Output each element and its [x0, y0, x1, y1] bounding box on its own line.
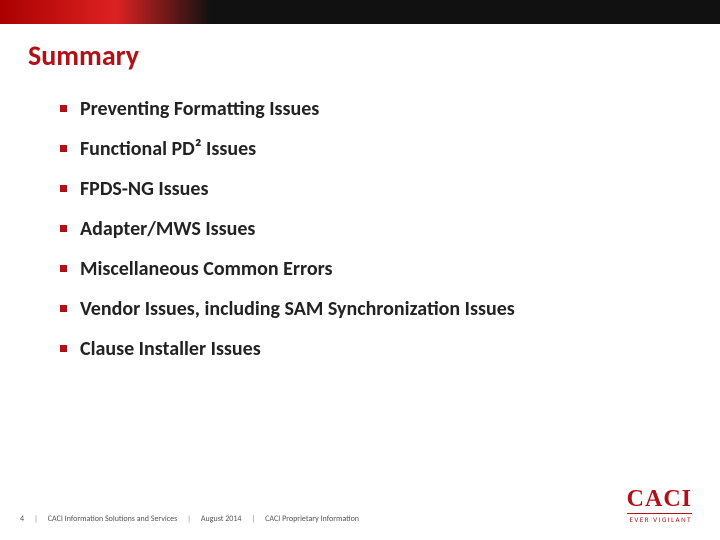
footer-rights: CACI Proprietary Information — [265, 514, 359, 524]
separator-icon: | — [251, 514, 255, 524]
decorative-top-bar — [0, 0, 720, 24]
brand-logo: CACI EVER VIGILANT — [627, 487, 692, 524]
list-item: Miscellaneous Common Errors — [60, 249, 680, 289]
list-item: Functional PD² Issues — [60, 129, 680, 169]
separator-icon: | — [34, 514, 38, 524]
brand-name: CACI — [627, 487, 692, 511]
footer: 4 | CACI Information Solutions and Servi… — [0, 487, 720, 524]
footer-meta: 4 | CACI Information Solutions and Servi… — [20, 514, 359, 524]
list-item: Vendor Issues, including SAM Synchroniza… — [60, 289, 680, 329]
separator-icon: | — [187, 514, 191, 524]
page-title: Summary — [0, 24, 720, 81]
footer-org: CACI Information Solutions and Services — [48, 514, 177, 524]
bullet-list: Preventing Formatting Issues Functional … — [0, 81, 720, 369]
slide: Summary Preventing Formatting Issues Fun… — [0, 0, 720, 540]
list-item: Preventing Formatting Issues — [60, 89, 680, 129]
footer-date: August 2014 — [201, 514, 242, 524]
page-number: 4 — [20, 514, 24, 524]
brand-tagline: EVER VIGILANT — [627, 513, 692, 524]
list-item: Adapter/MWS Issues — [60, 209, 680, 249]
list-item: Clause Installer Issues — [60, 329, 680, 369]
list-item: FPDS-NG Issues — [60, 169, 680, 209]
